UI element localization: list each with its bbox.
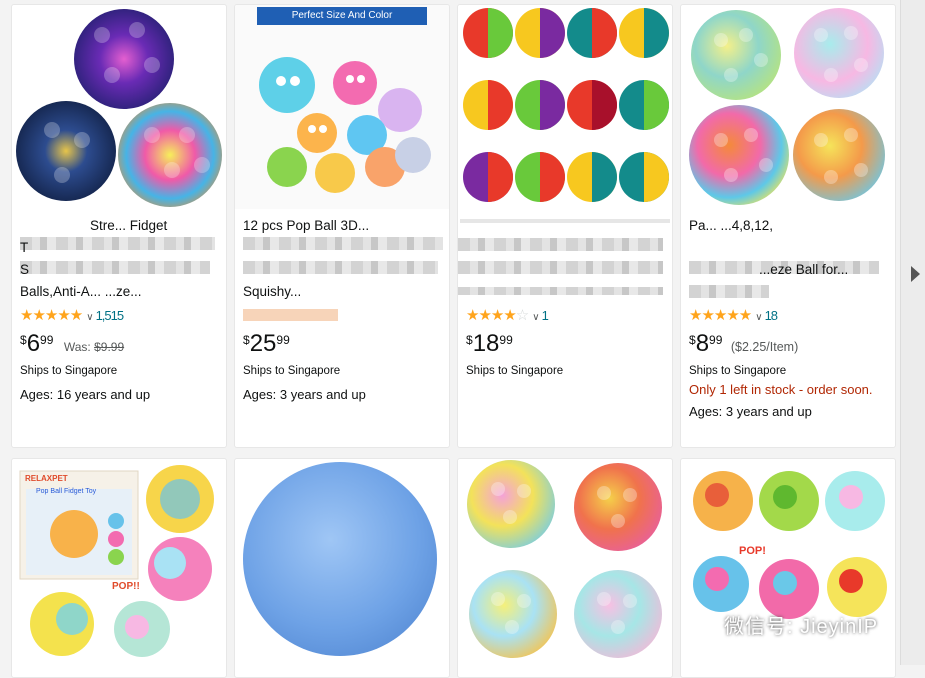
chevron-down-icon[interactable]: ∨: [532, 312, 539, 323]
product-card[interactable]: ★★★★☆ ∨ 1 $1899 Ships to Singapore: [457, 4, 673, 448]
svg-text:POP!!: POP!!: [112, 581, 140, 592]
blurred-title: [460, 219, 670, 223]
price[interactable]: $2599: [243, 330, 290, 358]
promo-banner: Perfect Size And Color: [257, 7, 427, 25]
right-scroll-panel[interactable]: [900, 0, 925, 665]
box-brand: RELAXPET: [25, 474, 68, 483]
chevron-down-icon[interactable]: ∨: [86, 312, 93, 323]
stock-warning: Only 1 left in stock - order soon.: [689, 382, 873, 397]
product-image[interactable]: [12, 5, 227, 209]
product-image[interactable]: [235, 5, 450, 209]
was-price: Was: $9.99: [63, 340, 125, 354]
product-card[interactable]: Perfect Size And Color 12 pcs Pop Ball 3…: [234, 4, 450, 448]
chevron-down-icon[interactable]: ∨: [755, 312, 762, 323]
rating-stars[interactable]: ★★★★☆ ∨ 1: [466, 306, 549, 324]
blurred-title: [458, 287, 663, 295]
product-image[interactable]: [235, 459, 450, 663]
review-count[interactable]: 1: [542, 308, 549, 323]
product-image[interactable]: [458, 459, 673, 663]
svg-text:Pop Ball Fidget Toy: Pop Ball Fidget Toy: [36, 488, 97, 495]
review-count[interactable]: 1,515: [96, 308, 125, 323]
product-image[interactable]: RELAXPET Pop Ball Fidget Toy POP!!: [12, 459, 227, 663]
product-card[interactable]: POP!: [680, 458, 896, 678]
product-card[interactable]: RELAXPET Pop Ball Fidget Toy POP!!: [11, 458, 227, 678]
unit-price: ($2.25/Item): [730, 340, 799, 354]
star-icon: ★★★★: [466, 307, 517, 324]
product-card[interactable]: [234, 458, 450, 678]
shipping-info: Ships to Singapore: [20, 365, 118, 377]
price[interactable]: $1899: [466, 330, 513, 358]
product-card[interactable]: Stre... Fidget T S Balls,Anti-A... ...ze…: [11, 4, 227, 448]
blurred-title: [689, 285, 769, 298]
empty-star-icon: ☆: [515, 307, 529, 324]
product-grid: Stre... Fidget T S Balls,Anti-A... ...ze…: [0, 0, 900, 678]
star-icon: ★★★★: [20, 307, 71, 324]
blurred-rating: [243, 309, 338, 321]
shipping-info: Ships to Singapore: [243, 365, 341, 377]
price[interactable]: $699 Was: $9.99: [20, 330, 124, 358]
shipping-info: Ships to Singapore: [466, 365, 564, 377]
wechat-icon: [686, 615, 716, 639]
age-info: Ages: 16 years and up: [20, 387, 151, 402]
product-image[interactable]: [681, 5, 896, 209]
product-title[interactable]: 12 pcs Pop Ball 3D... Squishy...: [243, 215, 443, 303]
blurred-title: [458, 261, 663, 274]
star-icon: ★★★★: [689, 307, 740, 324]
product-title[interactable]: Pa... ...4,8,12, ...eze Ball for...: [689, 215, 889, 281]
review-count[interactable]: 18: [765, 308, 779, 323]
age-info: Ages: 3 years and up: [689, 404, 812, 419]
blurred-title: [458, 238, 663, 251]
price[interactable]: $899 ($2.25/Item): [689, 330, 798, 358]
half-star-icon: ★: [738, 307, 752, 324]
half-star-icon: ★: [69, 307, 83, 324]
shipping-info: Ships to Singapore: [689, 365, 787, 377]
chevron-right-icon[interactable]: [911, 266, 920, 282]
svg-text:POP!: POP!: [739, 545, 766, 557]
rating-stars[interactable]: ★★★★★ ∨ 1,515: [20, 306, 125, 324]
product-image[interactable]: [458, 5, 673, 209]
age-info: Ages: 3 years and up: [243, 387, 366, 402]
product-card[interactable]: Pa... ...4,8,12, ...eze Ball for... ★★★★…: [680, 4, 896, 448]
watermark: 微信号: JieyinIP: [686, 610, 878, 640]
product-card[interactable]: [457, 458, 673, 678]
rating-stars[interactable]: ★★★★★ ∨ 18: [689, 306, 779, 324]
product-title[interactable]: Stre... Fidget T S Balls,Anti-A... ...ze…: [20, 215, 220, 303]
